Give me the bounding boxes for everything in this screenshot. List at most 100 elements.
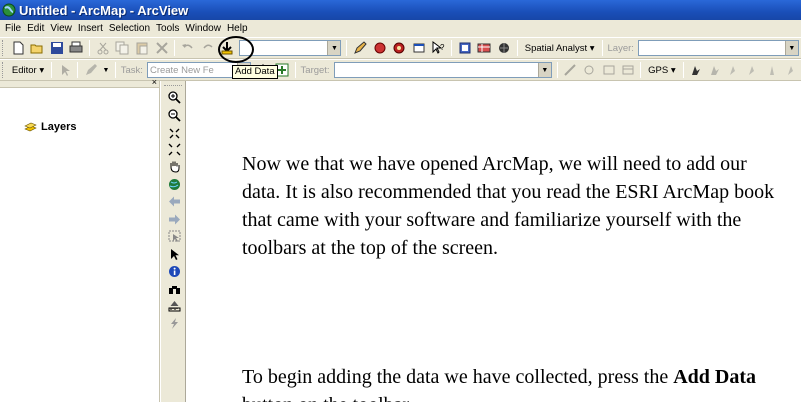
editor-menu[interactable]: Editor ▾: [8, 65, 48, 76]
chevron-down-icon[interactable]: ▼: [784, 41, 798, 55]
split-tool-button[interactable]: [562, 61, 579, 79]
gps-button-4[interactable]: [745, 61, 762, 79]
save-button[interactable]: [48, 39, 66, 57]
gps-button-1[interactable]: [688, 61, 705, 79]
save-icon: [50, 42, 63, 54]
task-label: Task:: [120, 64, 143, 76]
forward-extent-button[interactable]: [165, 211, 183, 227]
arrow-cursor-icon: [61, 65, 70, 76]
new-button[interactable]: [9, 39, 27, 57]
zoom-in-button[interactable]: [165, 89, 183, 105]
gps-menu[interactable]: GPS ▾: [644, 65, 679, 76]
arrow-left-icon: [168, 196, 180, 206]
separator: [640, 62, 642, 78]
gps-button-5[interactable]: [764, 61, 781, 79]
table-icon: [477, 43, 491, 53]
gps-button-3[interactable]: [726, 61, 743, 79]
separator: [682, 62, 684, 78]
undo-button[interactable]: [179, 39, 197, 57]
sketch-tool-button[interactable]: [82, 61, 99, 79]
redo-button[interactable]: [199, 39, 217, 57]
menu-insert[interactable]: Insert: [75, 23, 106, 34]
paste-button[interactable]: [133, 39, 151, 57]
target-combo[interactable]: ▼: [333, 62, 552, 78]
scale-combo[interactable]: ▼: [238, 40, 342, 56]
globe-icon: [2, 3, 16, 17]
undo-icon: [182, 44, 193, 49]
gps-button-2[interactable]: [707, 61, 724, 79]
select-features-button[interactable]: [165, 228, 183, 244]
menu-tools[interactable]: Tools: [153, 23, 182, 34]
separator: [89, 40, 91, 56]
zoom-out-button[interactable]: [165, 107, 183, 123]
delete-button[interactable]: [153, 39, 171, 57]
sketch-props-button[interactable]: [619, 61, 636, 79]
arrow-right-icon: [168, 214, 180, 224]
target-label: Target:: [300, 64, 330, 76]
title-bar[interactable]: Untitled - ArcMap - ArcView: [0, 0, 801, 20]
measure-button[interactable]: [165, 298, 183, 314]
arccatalog-button[interactable]: [391, 39, 409, 57]
menu-selection[interactable]: Selection: [106, 23, 153, 34]
arctoolbox-button[interactable]: [371, 39, 389, 57]
menu-file[interactable]: File: [2, 23, 24, 34]
arrow-cursor-icon: [170, 248, 179, 260]
table-button[interactable]: [476, 39, 494, 57]
instruction-prefix: To begin adding the data we have collect…: [242, 366, 674, 388]
editor-toolbar-button[interactable]: [351, 39, 369, 57]
window-icon: [622, 65, 634, 75]
gps-icon: [692, 66, 701, 75]
globe-button[interactable]: [495, 39, 513, 57]
gps-icon: [711, 66, 720, 75]
layer-combo[interactable]: ▼: [637, 40, 799, 56]
standard-toolbar: ▼ ? Spatial Analyst ▾ Layer: ▼: [0, 37, 801, 59]
pencil-icon: [354, 41, 367, 54]
instruction-paragraph: To begin adding the data we have collect…: [242, 363, 801, 402]
menu-edit[interactable]: Edit: [24, 23, 47, 34]
select-elements-button[interactable]: [165, 246, 183, 262]
toolbar-grip[interactable]: [2, 40, 5, 56]
hyperlink-button[interactable]: [165, 315, 183, 331]
cut-button[interactable]: [94, 39, 112, 57]
editor-toolbar: Editor ▾ ▼ Task: Create New Fe ▼ Target:…: [0, 59, 801, 81]
layout-view-button[interactable]: [456, 39, 474, 57]
separator: [114, 62, 116, 78]
gps-icon: [770, 66, 775, 75]
menu-window[interactable]: Window: [182, 23, 224, 34]
chevron-down-icon[interactable]: ▼: [327, 41, 341, 55]
rotate-tool-button[interactable]: [581, 61, 598, 79]
open-folder-icon: [30, 44, 43, 54]
chevron-down-icon[interactable]: ▼: [537, 63, 551, 77]
separator: [174, 40, 176, 56]
toolbar-grip[interactable]: [2, 62, 5, 78]
find-button[interactable]: [165, 281, 183, 297]
fixed-zoom-out-button[interactable]: [165, 141, 183, 157]
full-extent-button[interactable]: [165, 176, 183, 192]
tools-toolbar: [160, 81, 186, 402]
fixed-zoom-in-button[interactable]: [165, 125, 183, 141]
layers-node[interactable]: Layers: [24, 121, 76, 133]
zoom-in-icon: [167, 90, 181, 104]
hand-icon: [170, 161, 179, 173]
menu-view[interactable]: View: [47, 23, 75, 34]
gps-button-6[interactable]: [783, 61, 800, 79]
open-button[interactable]: [29, 39, 47, 57]
spatial-analyst-menu[interactable]: Spatial Analyst ▾: [521, 43, 599, 54]
help-cursor-icon: ?: [432, 41, 445, 54]
window-button[interactable]: [410, 39, 428, 57]
whats-this-button[interactable]: ?: [430, 39, 448, 57]
back-extent-button[interactable]: [165, 193, 183, 209]
identify-button[interactable]: [165, 263, 183, 279]
edit-tool-button[interactable]: [56, 61, 73, 79]
attribute-table-button[interactable]: [600, 61, 617, 79]
copy-button[interactable]: [114, 39, 132, 57]
pan-button[interactable]: [165, 158, 183, 174]
redo-icon: [203, 44, 213, 49]
lightning-icon: [170, 317, 178, 329]
sketch-tool-dropdown[interactable]: ▼: [101, 61, 110, 79]
separator: [77, 62, 79, 78]
close-icon[interactable]: ×: [152, 78, 157, 87]
gps-icon: [730, 66, 736, 75]
menu-help[interactable]: Help: [224, 23, 251, 34]
print-button[interactable]: [68, 39, 86, 57]
